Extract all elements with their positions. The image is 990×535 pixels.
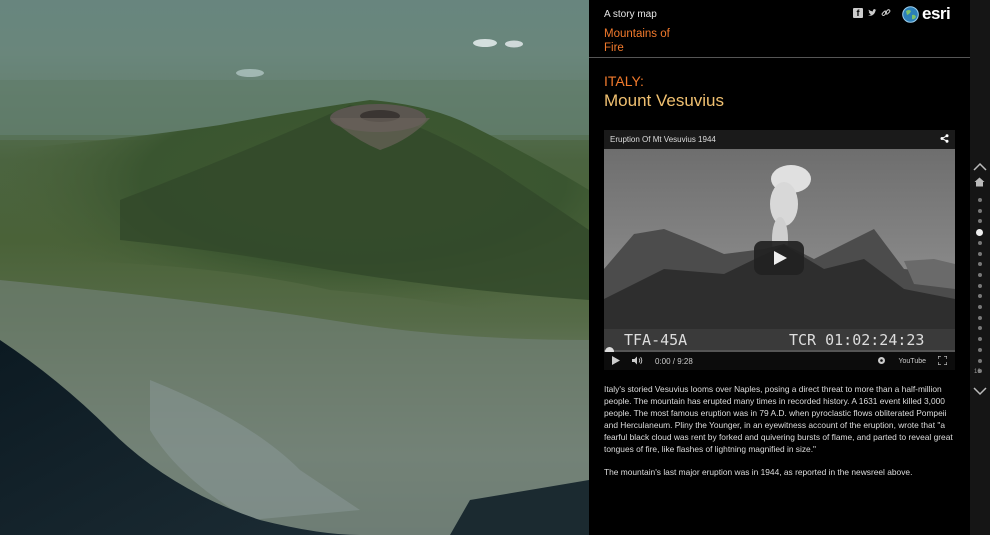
twitter-icon[interactable] [867, 8, 877, 18]
panel-header: A story map Mountains of Fire f esri [589, 0, 970, 58]
section-dot[interactable] [978, 272, 982, 277]
video-frame[interactable]: TFA-45A TCR 01:02:24:23 [604, 149, 955, 352]
social-links: f [853, 8, 891, 18]
section-dot[interactable] [978, 347, 982, 352]
section-dot[interactable] [978, 219, 982, 224]
section-dot[interactable] [978, 294, 982, 299]
settings-icon[interactable] [877, 356, 886, 367]
section-dot[interactable] [978, 305, 982, 309]
play-button[interactable] [754, 241, 804, 275]
section-dot[interactable] [978, 326, 982, 331]
section-dot[interactable] [976, 228, 983, 236]
section-dot[interactable] [978, 262, 982, 267]
story-text: Italy's storied Vesuvius looms over Napl… [604, 383, 957, 489]
section-dot[interactable] [978, 240, 982, 245]
story-paragraph-2: The mountain's last major eruption was i… [604, 467, 913, 477]
video-title[interactable]: Eruption Of Mt Vesuvius 1944 [610, 135, 716, 144]
section-dot[interactable] [978, 337, 982, 342]
video-player[interactable]: Eruption Of Mt Vesuvius 1944 TFA-45A TCR… [604, 130, 955, 370]
video-controls: 0:00 / 9:28 YouTube [604, 352, 955, 370]
fullscreen-icon[interactable] [937, 354, 948, 367]
story-paragraph-1: Italy's storied Vesuvius looms over Napl… [604, 384, 953, 454]
section-country: ITALY: [604, 73, 644, 89]
section-title: Mount Vesuvius [604, 91, 725, 110]
video-header: Eruption Of Mt Vesuvius 1944 [604, 130, 955, 149]
section-dot[interactable] [978, 358, 982, 363]
share-icon[interactable] [940, 134, 949, 145]
globe-icon [902, 5, 919, 23]
video-time: 0:00 / 9:28 [655, 356, 693, 366]
link-icon[interactable] [881, 8, 891, 18]
section-dot[interactable] [978, 283, 982, 288]
youtube-logo[interactable]: YouTube [898, 358, 926, 365]
film-label: TFA-45A [624, 331, 688, 349]
story-panel: A story map Mountains of Fire f esri ITA… [589, 0, 970, 535]
terrain-image [0, 0, 589, 535]
map-view[interactable] [0, 0, 589, 535]
section-nav-rail: 16 [970, 0, 990, 535]
play-icon[interactable] [612, 355, 620, 367]
section-dot[interactable] [978, 198, 982, 202]
facebook-icon[interactable]: f [853, 8, 863, 18]
esri-logo[interactable]: esri [902, 4, 951, 24]
story-map-kicker: A story map [604, 9, 657, 20]
chevron-down-icon[interactable] [973, 385, 987, 399]
volume-icon[interactable] [632, 356, 643, 367]
film-timecode: TCR 01:02:24:23 [789, 331, 925, 349]
section-count: 16 [974, 369, 981, 375]
section-dot[interactable] [978, 315, 982, 320]
chevron-up-icon[interactable] [973, 160, 987, 174]
series-title-link[interactable]: Mountains of Fire [604, 27, 684, 55]
esri-wordmark: esri [922, 4, 951, 23]
home-icon[interactable] [974, 177, 985, 190]
section-dot[interactable] [978, 208, 982, 213]
section-dot[interactable] [978, 251, 982, 256]
